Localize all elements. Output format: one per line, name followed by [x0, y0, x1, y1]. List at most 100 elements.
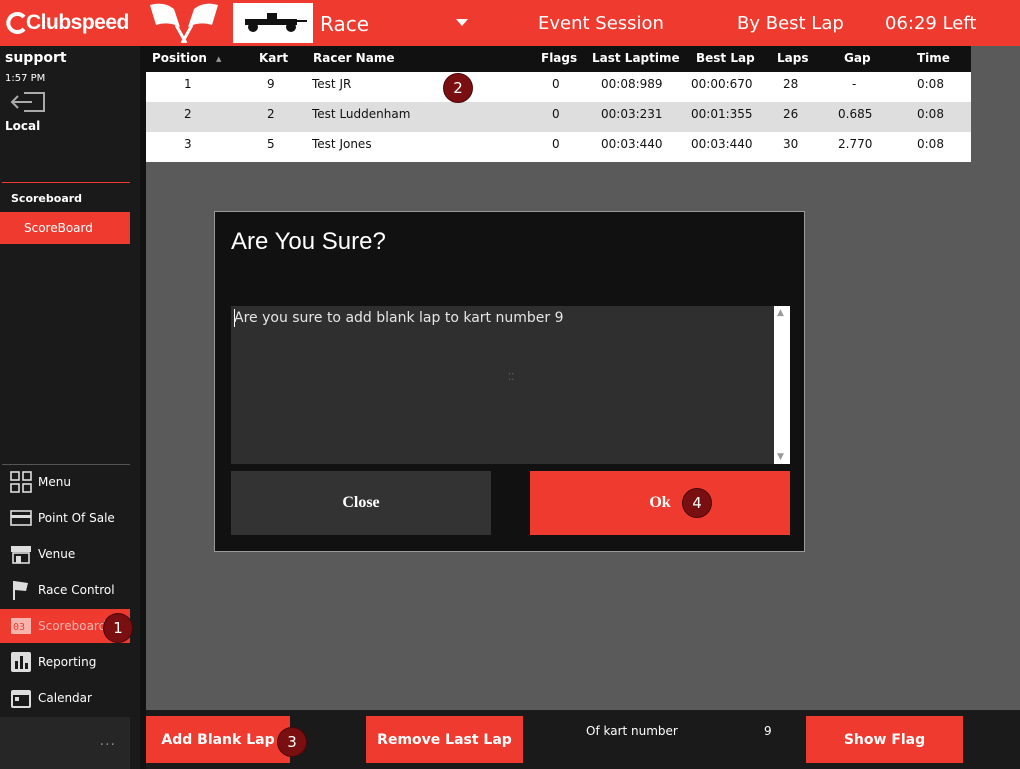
confirm-dialog: Are You Sure? Are you sure to add blank … — [214, 211, 805, 552]
clubspeed-mark-icon — [4, 11, 28, 35]
location-label: Local — [5, 119, 41, 133]
cell-last-laptime: 00:03:440 — [601, 137, 663, 151]
chevron-down-icon[interactable] — [456, 19, 468, 26]
header-position[interactable]: Position — [152, 51, 207, 65]
cell-position: 1 — [184, 77, 192, 91]
nav-item-menu[interactable]: Menu — [0, 465, 130, 499]
scoreboard-table: Position ▲ Kart Racer Name Flags Last La… — [146, 46, 971, 162]
cell-position: 2 — [184, 107, 192, 121]
header-laps[interactable]: Laps — [777, 51, 808, 65]
scoreboard-icon: 03 — [10, 615, 32, 637]
store-icon — [10, 543, 32, 565]
svg-text:03: 03 — [13, 622, 25, 633]
remove-last-lap-button[interactable]: Remove Last Lap — [366, 716, 523, 763]
cell-gap: 2.770 — [838, 137, 873, 151]
clock: 1:57 PM — [5, 73, 46, 84]
cell-kart: 5 — [267, 137, 275, 151]
nav-item-label: Race Control — [38, 583, 115, 597]
scrollbar[interactable]: ▲ ▼ — [774, 306, 790, 464]
nav-item-label: Reporting — [38, 655, 97, 669]
session-label: Event Session — [538, 13, 664, 34]
step-marker: 2 — [443, 73, 473, 103]
grid-icon — [10, 471, 32, 493]
close-button[interactable]: Close — [231, 471, 491, 535]
sort-label: By Best Lap — [737, 13, 844, 34]
sort-arrow-icon: ▲ — [216, 55, 222, 63]
cell-gap: - — [852, 77, 857, 91]
cell-time: 0:08 — [917, 107, 944, 121]
cell-last-laptime: 00:03:231 — [601, 107, 663, 121]
header-time[interactable]: Time — [917, 51, 950, 65]
table-header: Position ▲ Kart Racer Name Flags Last La… — [146, 46, 971, 72]
header-racer[interactable]: Racer Name — [313, 51, 394, 65]
add-blank-lap-button[interactable]: Add Blank Lap — [146, 716, 290, 763]
dialog-message: Are you sure to add blank lap to kart nu… — [234, 310, 564, 326]
cell-time: 0:08 — [917, 77, 944, 91]
cell-laps: 28 — [783, 77, 799, 91]
header-last-laptime[interactable]: Last Laptime — [592, 51, 680, 65]
nav-item-calendar[interactable]: Calendar — [0, 681, 130, 715]
divider — [2, 182, 130, 183]
nav-item-label: Calendar — [38, 691, 92, 705]
cell-racer: Test Jones — [312, 137, 372, 151]
header-best-lap[interactable]: Best Lap — [696, 51, 755, 65]
resize-grip-icon: ⁚⁚ — [508, 372, 515, 383]
cell-laps: 30 — [783, 137, 799, 151]
step-marker: 4 — [682, 488, 712, 518]
cell-best-lap: 00:01:355 — [691, 107, 753, 121]
chart-icon — [10, 651, 32, 673]
kart-logo-icon — [233, 3, 313, 43]
nav-item-venue[interactable]: Venue — [0, 537, 130, 571]
header-flags[interactable]: Flags — [541, 51, 577, 65]
cell-flags: 0 — [552, 77, 560, 91]
nav-item-race-control[interactable]: Race Control — [0, 573, 130, 607]
more-menu[interactable]: ... — [0, 717, 130, 769]
credit-card-icon — [10, 507, 32, 529]
cell-kart: 9 — [267, 77, 275, 91]
cell-last-laptime: 00:08:989 — [601, 77, 663, 91]
cell-best-lap: 00:03:440 — [691, 137, 753, 151]
cell-racer: Test Luddenham — [312, 107, 411, 121]
clubspeed-logo: Clubspeed — [4, 9, 129, 37]
cell-kart: 2 — [267, 107, 275, 121]
race-mode-select[interactable]: Race — [320, 12, 369, 36]
flag-icon — [10, 579, 32, 601]
header-gap[interactable]: Gap — [844, 51, 871, 65]
cell-laps: 26 — [783, 107, 799, 121]
nav-item-label: Scoreboard — [38, 619, 107, 633]
sidebar-item-scoreboard-sub[interactable]: ScoreBoard — [0, 212, 130, 244]
cell-best-lap: 00:00:670 — [691, 77, 753, 91]
dialog-message-box[interactable]: Are you sure to add blank lap to kart nu… — [231, 306, 790, 464]
calendar-icon — [10, 687, 32, 709]
cell-gap: 0.685 — [838, 107, 873, 121]
cell-position: 3 — [184, 137, 192, 151]
kart-number-label: Of kart number — [586, 724, 678, 738]
nav-item-reporting[interactable]: Reporting — [0, 645, 130, 679]
header-kart[interactable]: Kart — [259, 51, 288, 65]
scroll-down-icon[interactable]: ▼ — [777, 452, 784, 462]
table-row[interactable]: 1 9 Test JR 0 00:08:989 00:00:670 28 - 0… — [146, 72, 971, 102]
checkered-flags-icon — [146, 1, 222, 44]
step-marker: 3 — [277, 727, 307, 757]
scroll-up-icon[interactable]: ▲ — [777, 308, 784, 318]
dialog-title: Are You Sure? — [231, 228, 386, 255]
nav-item-label: Venue — [38, 547, 76, 561]
cell-flags: 0 — [552, 137, 560, 151]
more-dots-icon[interactable]: ... — [100, 733, 116, 749]
brand-name: Clubspeed — [26, 11, 129, 34]
nav-item-point-of-sale[interactable]: Point Of Sale — [0, 501, 130, 535]
step-marker: 1 — [103, 613, 133, 643]
kart-number-value: 9 — [764, 724, 772, 738]
user-name: support — [5, 50, 67, 66]
cell-racer: Test JR — [312, 77, 352, 91]
section-title: Scoreboard — [11, 192, 83, 205]
table-row[interactable]: 3 5 Test Jones 0 00:03:440 00:03:440 30 … — [146, 132, 971, 162]
logout-icon[interactable] — [10, 91, 46, 113]
sidebar: support 1:57 PM Local Scoreboard ScoreBo… — [0, 46, 140, 769]
show-flag-button[interactable]: Show Flag — [806, 716, 963, 763]
ok-button[interactable]: Ok — [530, 471, 790, 535]
table-row[interactable]: 2 2 Test Luddenham 0 00:03:231 00:01:355… — [146, 102, 971, 132]
nav-item-label: Point Of Sale — [38, 511, 115, 525]
cell-time: 0:08 — [917, 137, 944, 151]
cell-flags: 0 — [552, 107, 560, 121]
